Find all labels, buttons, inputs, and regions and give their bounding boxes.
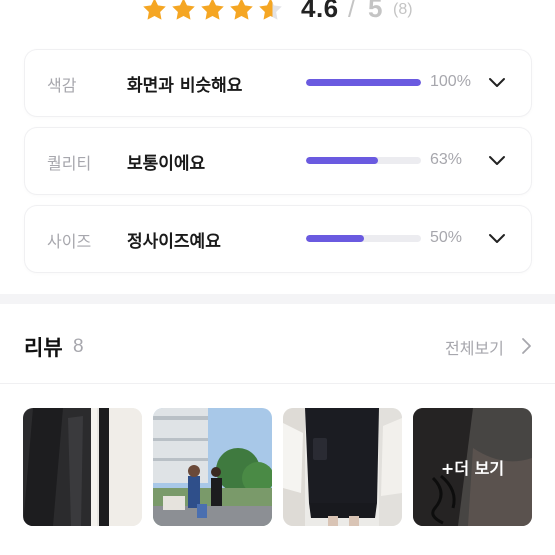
criteria-category: 퀄리티: [47, 154, 92, 173]
review-photo-strip: +더 보기: [23, 408, 533, 526]
reviews-title: 리뷰: [24, 336, 63, 360]
star-half-icon: [257, 0, 284, 23]
rating-slash: /: [348, 0, 356, 23]
more-photos-label: +더 보기: [440, 459, 505, 478]
criteria-category: 색감: [47, 76, 77, 95]
photo-jacket-closeup-image: [23, 408, 142, 526]
review-photo-jacket-closeup[interactable]: [23, 408, 142, 526]
reviews-count: 8: [73, 336, 84, 357]
review-photo-couple-outdoor[interactable]: [153, 408, 272, 526]
star-rating: [141, 0, 284, 23]
review-photo-mirror-selfie[interactable]: [283, 408, 402, 526]
rating-summary: 4.6 / 5 (8): [0, 0, 555, 26]
criteria-card-size[interactable]: 사이즈 정사이즈예요 50%: [25, 206, 531, 272]
section-divider: [0, 294, 555, 304]
criteria-card-color[interactable]: 색감 화면과 비슷해요 100%: [25, 50, 531, 116]
criteria-card-quality[interactable]: 퀄리티 보통이에요 63%: [25, 128, 531, 194]
criteria-percent: 50%: [430, 229, 463, 246]
rating-max: 5: [368, 0, 383, 23]
star-icon: [141, 0, 168, 23]
rating-count: (8): [393, 1, 413, 18]
criteria-progress-fill: [306, 235, 364, 242]
criteria-value: 보통이에요: [127, 154, 206, 174]
chevron-down-icon[interactable]: [488, 75, 506, 89]
star-icon: [170, 0, 197, 23]
criteria-progress-bar: [306, 235, 421, 242]
chevron-down-icon[interactable]: [488, 231, 506, 245]
chevron-down-icon[interactable]: [488, 153, 506, 167]
photo-couple-outdoor-image: [153, 408, 272, 526]
criteria-percent: 100%: [430, 73, 471, 90]
criteria-progress-bar: [306, 157, 421, 164]
criteria-value: 정사이즈예요: [127, 232, 221, 252]
criteria-progress-fill: [306, 157, 379, 164]
review-photo-more[interactable]: +더 보기: [413, 408, 532, 526]
criteria-percent: 63%: [430, 151, 463, 168]
criteria-progress-bar: [306, 79, 421, 86]
star-icon: [199, 0, 226, 23]
rating-score: 4.6: [301, 0, 339, 23]
criteria-value: 화면과 비슷해요: [127, 76, 243, 96]
criteria-category: 사이즈: [47, 232, 92, 251]
reviews-header: 리뷰 8 전체보기: [0, 304, 555, 384]
see-all-link[interactable]: 전체보기: [445, 335, 504, 359]
chevron-right-icon[interactable]: [520, 337, 532, 355]
star-icon: [228, 0, 255, 23]
criteria-progress-fill: [306, 79, 421, 86]
photo-mirror-selfie-image: [283, 408, 402, 526]
